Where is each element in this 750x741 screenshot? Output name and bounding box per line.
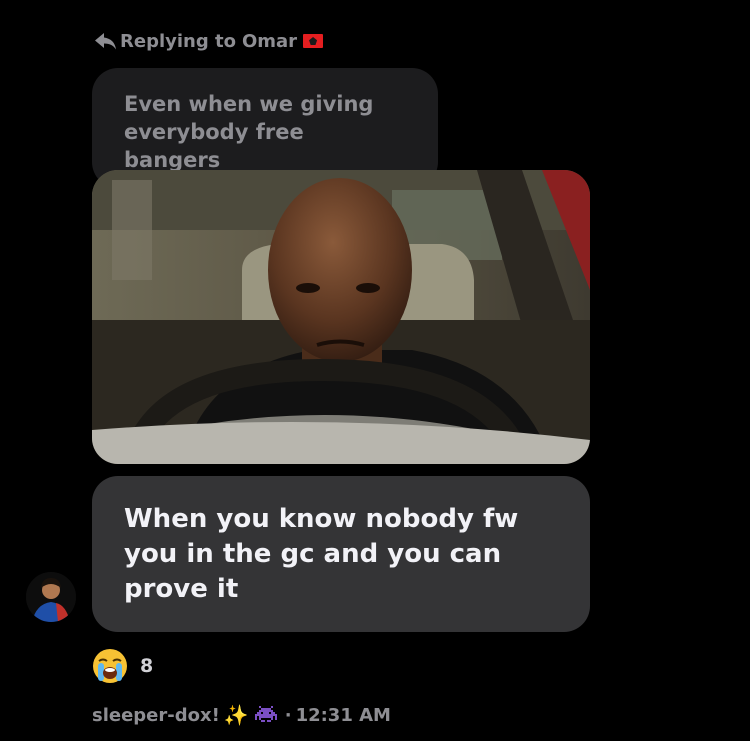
chat-thread: Replying to Omar Even when we giving eve… [0,0,750,741]
message-text: When you know nobody fw you in the gc an… [124,504,519,604]
avatar-icon [26,572,76,622]
quoted-message-text: Even when we giving everybody free bange… [124,92,374,172]
loudly-crying-face-icon [93,649,127,683]
message-photo[interactable] [92,170,590,464]
reaction-count: 8 [140,655,154,677]
meta-separator: · [284,704,292,726]
reply-username: Omar [241,30,298,52]
photo-man-in-car [92,170,590,464]
space-invader-icon [254,706,277,722]
albania-flag-icon [303,34,324,48]
message-timestamp: 12:31 AM [295,704,391,726]
reply-context[interactable]: Replying to Omar [92,28,324,54]
sparkles-icon: ✨ [223,703,249,727]
sender-username[interactable]: sleeper-dox! [92,705,220,726]
message-meta: sleeper-dox! ✨ · 12:31 AM [92,700,391,730]
sender-avatar[interactable] [26,572,76,622]
message-bubble[interactable]: When you know nobody fw you in the gc an… [92,476,590,632]
reply-arrow-icon [95,33,116,50]
reaction-badge[interactable]: 8 [92,648,153,684]
reply-prefix: Replying to [120,30,236,52]
